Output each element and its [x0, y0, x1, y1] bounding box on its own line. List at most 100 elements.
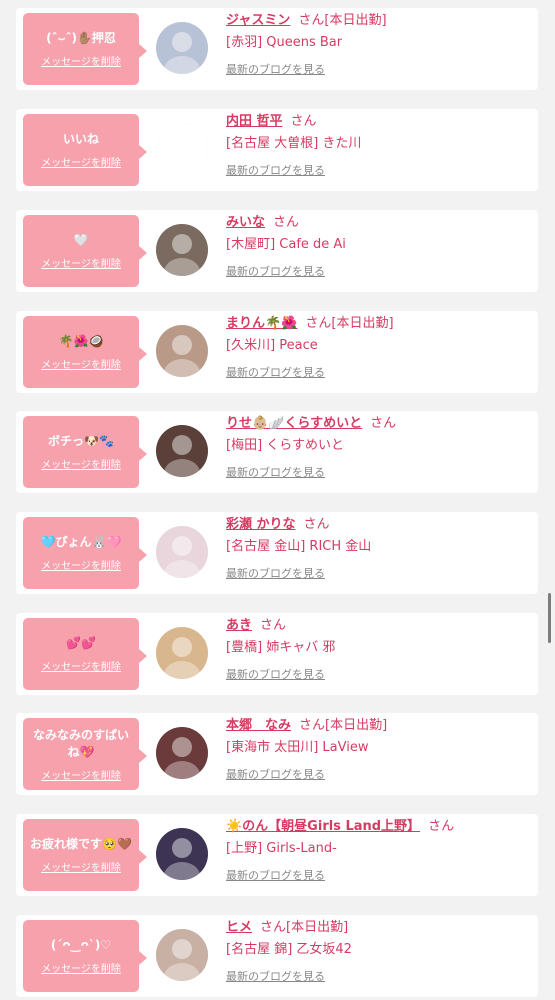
message-bubble: ボチっ🐶🐾 メッセージを削除 [23, 416, 147, 488]
name-line: あき さん [226, 617, 531, 635]
list-item: 💕💕 メッセージを削除 あき さん [豊橋] 姉キャバ 邪 最新のブログを見る [16, 613, 538, 695]
message-bubble: 💕💕 メッセージを削除 [23, 618, 147, 690]
message-text: ボチっ🐶🐾 [48, 434, 114, 448]
honorific: さん [303, 517, 330, 532]
message-bubble: お疲れ様です🥺🤎 メッセージを削除 [23, 819, 147, 891]
message-text: なみなみのすぱいね💖 [32, 727, 129, 759]
name-line: りせ👶🏼🪽くらすめいと さん [226, 415, 531, 433]
avatar[interactable] [156, 727, 208, 779]
avatar[interactable] [156, 929, 208, 981]
profile-name-link[interactable]: 本郷 なみ [226, 718, 291, 733]
latest-blog-link[interactable]: 最新のブログを見る [226, 566, 325, 582]
status-badge: [本日出勤] [331, 316, 394, 331]
scrollbar[interactable] [548, 593, 551, 643]
shop-name: [木屋町] Cafe de Ai [226, 237, 346, 252]
profile-name-link[interactable]: ヒメ [226, 920, 252, 935]
profile-name-link[interactable]: まりん🌴🌺 [226, 316, 297, 331]
latest-blog-link[interactable]: 最新のブログを見る [226, 868, 325, 884]
profile-name-link[interactable]: 内田 哲平 [226, 114, 283, 129]
profile-name-link[interactable]: みいな [226, 215, 265, 230]
message-text: 🤍 [73, 233, 89, 247]
profile-info: まりん🌴🌺 さん[本日出勤] [久米川] Peace 最新のブログを見る [226, 315, 531, 381]
profile-name-link[interactable]: 彩瀬 かりな [226, 517, 296, 532]
avatar[interactable] [156, 828, 208, 880]
honorific: さん [273, 215, 300, 230]
honorific: さん [260, 618, 287, 633]
profile-info: あき さん [豊橋] 姉キャバ 邪 最新のブログを見る [226, 617, 531, 683]
message-bubble: いいね メッセージを削除 [23, 114, 147, 186]
list-item: お疲れ様です🥺🤎 メッセージを削除 ☀️のん【朝昼Girls Land上野】 さん… [16, 814, 538, 896]
profile-name-link[interactable]: あき [226, 618, 252, 633]
avatar[interactable] [156, 325, 208, 377]
message-bubble: 🩵ぴょん🐰🩷 メッセージを削除 [23, 517, 147, 589]
avatar-head [172, 32, 192, 52]
shop-name: [豊橋] 姉キャバ 邪 [226, 640, 336, 655]
delete-message-link[interactable]: メッセージを削除 [41, 658, 121, 673]
list-item: (ˆ⌣ˆ)✋🏽押忍 メッセージを削除 ジャスミン さん[本日出勤] [赤羽] Qu… [16, 8, 538, 90]
shop-name: [久米川] Peace [226, 338, 318, 353]
avatar-head [172, 939, 192, 959]
delete-message-link[interactable]: メッセージを削除 [41, 960, 121, 975]
avatar[interactable] [156, 123, 208, 175]
message-text: お疲れ様です🥺🤎 [30, 837, 132, 851]
profile-info: ☀️のん【朝昼Girls Land上野】 さん [上野] Girls-Land- … [226, 818, 531, 884]
shop-name: [赤羽] Queens Bar [226, 35, 343, 50]
name-line: ジャスミン さん[本日出勤] [226, 12, 531, 30]
profile-name-link[interactable]: りせ👶🏼🪽くらすめいと [226, 416, 362, 431]
latest-blog-link[interactable]: 最新のブログを見る [226, 465, 325, 481]
list-item: ボチっ🐶🐾 メッセージを削除 りせ👶🏼🪽くらすめいと さん [梅田] くらすめいと… [16, 411, 538, 493]
honorific: さん [290, 114, 317, 129]
latest-blog-link[interactable]: 最新のブログを見る [226, 969, 325, 985]
shop-name: [名古屋 大曽根] きた川 [226, 136, 362, 151]
list-item: (´ᴖ‿ᴖ`)♡ メッセージを削除 ヒメ さん[本日出勤] [名古屋 錦] 乙女坂… [16, 915, 538, 997]
avatar-head [172, 133, 192, 153]
shop-name: [名古屋 金山] RICH 金山 [226, 539, 372, 554]
name-line: ☀️のん【朝昼Girls Land上野】 さん [226, 818, 531, 836]
profile-info: 彩瀬 かりな さん [名古屋 金山] RICH 金山 最新のブログを見る [226, 516, 531, 582]
honorific: さん [305, 316, 332, 331]
avatar[interactable] [156, 22, 208, 74]
message-text: 🩵ぴょん🐰🩷 [40, 535, 122, 549]
message-text: (´ᴖ‿ᴖ`)♡ [50, 938, 112, 952]
profile-info: ヒメ さん[本日出勤] [名古屋 錦] 乙女坂42 最新のブログを見る [226, 919, 531, 985]
avatar-head [172, 838, 192, 858]
latest-blog-link[interactable]: 最新のブログを見る [226, 163, 325, 179]
list-item: 🩵ぴょん🐰🩷 メッセージを削除 彩瀬 かりな さん [名古屋 金山] RICH 金… [16, 512, 538, 594]
latest-blog-link[interactable]: 最新のブログを見る [226, 767, 325, 783]
avatar[interactable] [156, 526, 208, 578]
avatar[interactable] [156, 224, 208, 276]
honorific: さん [428, 819, 455, 834]
profile-info: 内田 哲平 さん [名古屋 大曽根] きた川 最新のブログを見る [226, 113, 531, 179]
profile-name-link[interactable]: ☀️のん【朝昼Girls Land上野】 [226, 819, 420, 834]
delete-message-link[interactable]: メッセージを削除 [41, 53, 121, 68]
delete-message-link[interactable]: メッセージを削除 [41, 356, 121, 371]
avatar[interactable] [156, 627, 208, 679]
delete-message-link[interactable]: メッセージを削除 [41, 859, 121, 874]
latest-blog-link[interactable]: 最新のブログを見る [226, 667, 325, 683]
name-line: 内田 哲平 さん [226, 113, 531, 131]
profile-info: ジャスミン さん[本日出勤] [赤羽] Queens Bar 最新のブログを見る [226, 12, 531, 78]
message-bubble: 🤍 メッセージを削除 [23, 215, 147, 287]
honorific: さん [260, 920, 287, 935]
delete-message-link[interactable]: メッセージを削除 [41, 255, 121, 270]
profile-name-link[interactable]: ジャスミン [226, 13, 290, 28]
latest-blog-link[interactable]: 最新のブログを見る [226, 264, 325, 280]
list-item: なみなみのすぱいね💖 メッセージを削除 本郷 なみ さん[本日出勤] [東海市 太… [16, 713, 538, 795]
avatar-head [172, 335, 192, 355]
profile-info: 本郷 なみ さん[本日出勤] [東海市 太田川] LaView 最新のブログを見る [226, 717, 531, 783]
delete-message-link[interactable]: メッセージを削除 [41, 154, 121, 169]
delete-message-link[interactable]: メッセージを削除 [41, 557, 121, 572]
latest-blog-link[interactable]: 最新のブログを見る [226, 62, 325, 78]
avatar-head [172, 536, 192, 556]
avatar-head [172, 435, 192, 455]
avatar[interactable] [156, 425, 208, 477]
latest-blog-link[interactable]: 最新のブログを見る [226, 365, 325, 381]
name-line: 本郷 なみ さん[本日出勤] [226, 717, 531, 735]
name-line: まりん🌴🌺 さん[本日出勤] [226, 315, 531, 333]
delete-message-link[interactable]: メッセージを削除 [41, 456, 121, 471]
message-bubble: なみなみのすぱいね💖 メッセージを削除 [23, 718, 147, 790]
delete-message-link[interactable]: メッセージを削除 [41, 767, 121, 782]
shop-name: [上野] Girls-Land- [226, 841, 337, 856]
honorific: さん [298, 13, 325, 28]
avatar-head [172, 234, 192, 254]
